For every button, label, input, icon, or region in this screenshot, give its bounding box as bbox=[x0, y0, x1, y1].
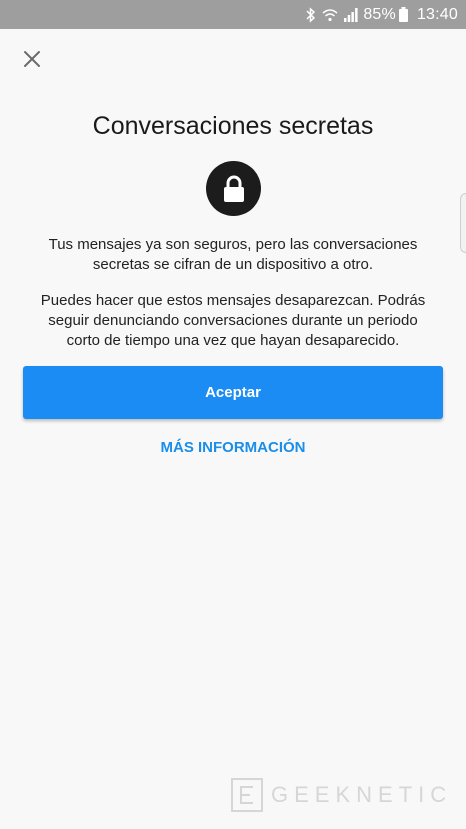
dialog-title: Conversaciones secretas bbox=[92, 112, 374, 140]
signal-icon bbox=[344, 7, 358, 22]
watermark: GEEKNETIC bbox=[231, 777, 452, 813]
screen: 85% 13:40 Conversaciones secretas Tus me… bbox=[0, 0, 466, 829]
description-line: seguir denunciando conversaciones durant… bbox=[48, 312, 418, 329]
close-button[interactable] bbox=[16, 43, 48, 75]
description-line: Puedes hacer que estos mensajes desapare… bbox=[40, 292, 426, 309]
description-line: corto de tiempo una vez que hayan desapa… bbox=[66, 332, 400, 349]
bluetooth-icon bbox=[306, 6, 316, 23]
disappearing-description: Puedes hacer que estos mensajes desapare… bbox=[20, 291, 446, 351]
description-line: Tus mensajes ya son seguros, pero las co… bbox=[48, 236, 418, 253]
watermark-logo-icon bbox=[231, 778, 263, 812]
battery-percent: 85% bbox=[363, 5, 396, 23]
more-info-link[interactable]: MÁS INFORMACIÓN bbox=[0, 439, 466, 456]
status-bar: 85% 13:40 bbox=[0, 0, 466, 29]
watermark-text: GEEKNETIC bbox=[271, 782, 453, 807]
encryption-description: Tus mensajes ya son seguros, pero las co… bbox=[20, 235, 446, 275]
lock-icon bbox=[223, 175, 244, 202]
description-line: secretas se cifran de un dispositivo a o… bbox=[92, 256, 374, 273]
close-icon bbox=[24, 51, 40, 67]
clock: 13:40 bbox=[416, 5, 458, 23]
battery-icon bbox=[398, 7, 408, 22]
lock-badge bbox=[206, 161, 261, 216]
wifi-icon bbox=[322, 8, 338, 22]
edge-panel-handle[interactable] bbox=[460, 193, 466, 253]
accept-button[interactable]: Aceptar bbox=[23, 366, 443, 419]
